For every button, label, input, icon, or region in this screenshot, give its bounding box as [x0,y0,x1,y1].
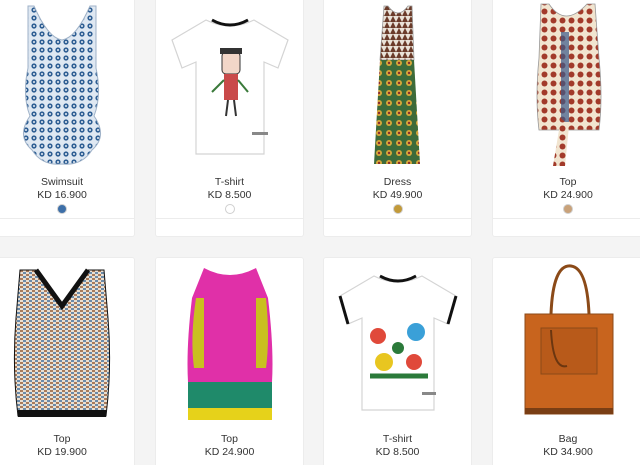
tshirt-icon [338,274,458,411]
product-image[interactable] [156,258,303,428]
product-price: KD 24.900 [204,446,255,458]
color-swatch[interactable] [392,204,403,214]
product-image[interactable] [0,0,134,173]
bag-icon [524,264,613,415]
tshirt-icon [171,18,289,155]
product-price: KD 19.900 [37,446,87,458]
top-icon [13,268,111,417]
top-icon [536,3,601,166]
product-price: KD 24.900 [543,189,593,201]
product-name[interactable]: Swimsuit [0,176,134,189]
product-name[interactable]: T-shirt [324,433,471,446]
dress-icon [374,5,420,164]
product-image[interactable] [0,258,134,428]
product-image[interactable] [493,258,640,428]
product-price: KD 8.500 [375,446,420,458]
divider [324,218,471,219]
product-card-top[interactable]: Top KD 19.900 [0,258,134,465]
product-price: KD 49.900 [372,189,423,201]
color-swatch[interactable] [563,204,573,214]
product-card-dress[interactable]: Dress KD 49.900 [324,0,471,236]
product-name[interactable]: Dress [324,176,471,189]
product-name[interactable]: Top [493,176,640,189]
product-image[interactable] [324,258,471,428]
product-name[interactable]: T-shirt [156,176,303,189]
product-card-swimsuit[interactable]: Swimsuit KD 16.900 [0,0,134,236]
divider [0,218,134,219]
product-name[interactable]: Bag [493,433,640,446]
product-price: KD 16.900 [37,189,87,201]
product-card-top[interactable]: Top KD 24.900 [156,258,303,465]
color-swatch[interactable] [224,204,235,214]
divider [156,218,303,219]
product-price: KD 34.900 [543,446,593,458]
product-image[interactable] [493,0,640,173]
product-name[interactable]: Top [0,433,134,446]
product-image[interactable] [156,0,303,173]
product-card-bag[interactable]: Bag KD 34.900 [493,258,640,465]
product-name[interactable]: Top [156,433,303,446]
divider [493,218,640,219]
top-icon [187,268,273,420]
product-card-tshirt[interactable]: T-shirt KD 8.500 [156,0,303,236]
product-card-top[interactable]: Top KD 24.900 [493,0,640,236]
color-swatch[interactable] [57,204,67,214]
product-price: KD 8.500 [207,189,252,201]
product-card-tshirt[interactable]: T-shirt KD 8.500 [324,258,471,465]
product-image[interactable] [324,0,471,173]
swimsuit-icon [23,5,101,165]
